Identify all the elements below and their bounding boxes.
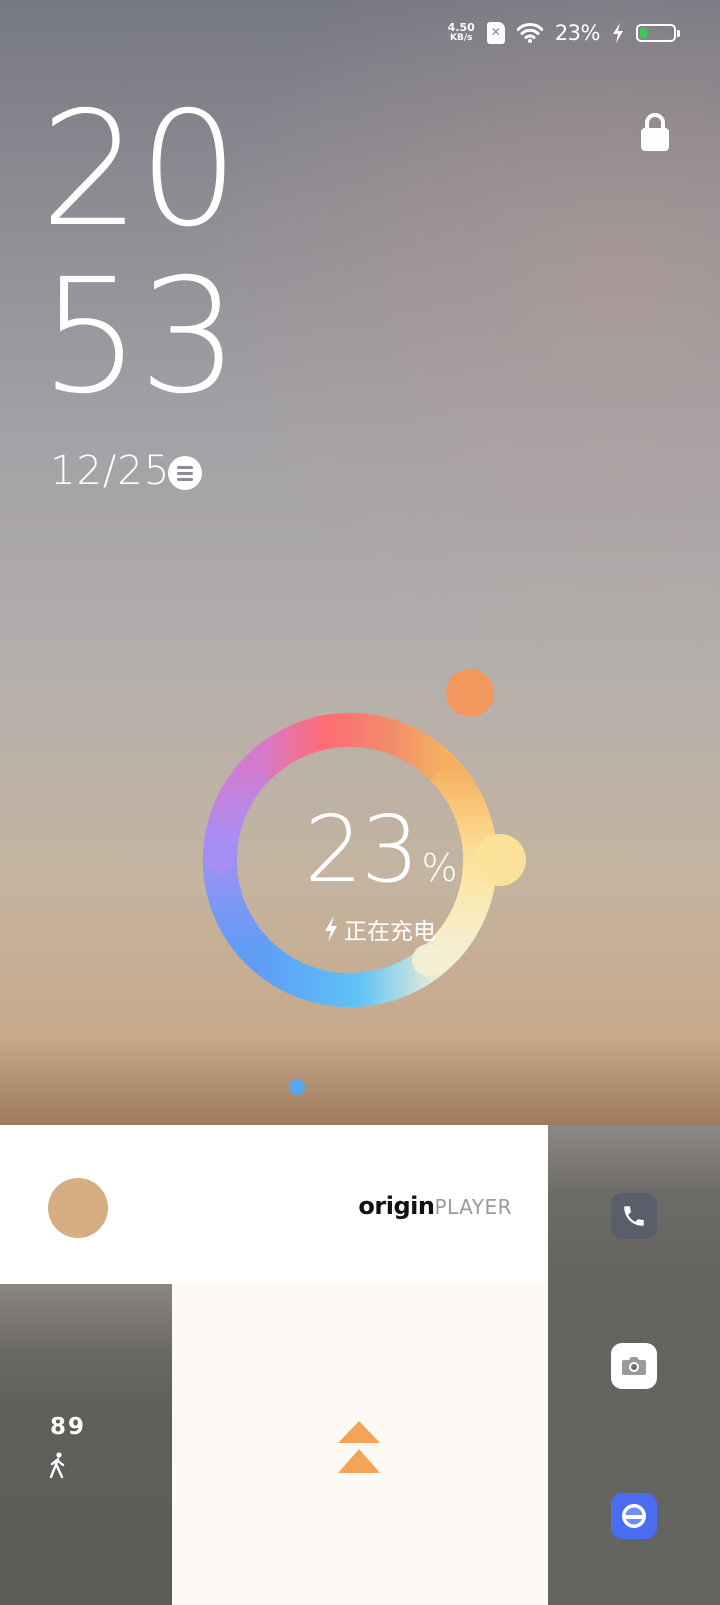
brand-origin: origin bbox=[358, 1192, 435, 1220]
date-label: 12/25 bbox=[50, 448, 171, 494]
walking-icon bbox=[49, 1452, 65, 1478]
charging-orb bbox=[446, 669, 494, 717]
clock-minute: 53 bbox=[40, 245, 239, 429]
steps-widget[interactable]: 89 bbox=[0, 1284, 172, 1605]
battery-value: 23 bbox=[304, 796, 419, 903]
camera-icon bbox=[622, 1357, 646, 1375]
calendar-events-icon[interactable] bbox=[168, 456, 202, 490]
battery-value-row: 23% bbox=[280, 800, 480, 918]
charging-bolt-icon bbox=[325, 916, 337, 942]
phone-icon bbox=[624, 1206, 644, 1226]
shortcut-column bbox=[548, 1125, 720, 1605]
network-speed-value: 4.50 bbox=[447, 21, 475, 34]
swipe-up-area[interactable] bbox=[172, 1284, 548, 1605]
step-count: 89 bbox=[50, 1414, 87, 1440]
wifi-icon bbox=[516, 23, 543, 43]
page-indicator-dot bbox=[289, 1079, 305, 1095]
phone-shortcut-button[interactable] bbox=[611, 1193, 657, 1239]
battery-charging-widget: 23% 正在充电 bbox=[200, 660, 540, 1020]
gallery-shortcut-button[interactable] bbox=[611, 1493, 657, 1539]
camera-shortcut-button[interactable] bbox=[611, 1343, 657, 1389]
status-bar: 4.50 KB/s 23% bbox=[448, 18, 680, 48]
charging-bolt-icon bbox=[613, 23, 623, 43]
lock-icon bbox=[641, 113, 669, 151]
battery-icon bbox=[636, 24, 680, 42]
battery-percent: 23% bbox=[554, 21, 601, 45]
network-speed: 4.50 KB/s bbox=[448, 22, 475, 44]
gallery-icon bbox=[622, 1504, 646, 1528]
battery-unit: % bbox=[421, 846, 457, 890]
brand-player: PLAYER bbox=[434, 1195, 512, 1219]
network-speed-unit: KB/s bbox=[450, 33, 473, 43]
charging-status-text: 正在充电 bbox=[344, 919, 436, 945]
music-widget[interactable]: originPLAYER bbox=[0, 1125, 548, 1284]
album-art[interactable] bbox=[48, 1178, 108, 1238]
swipe-up-arrows-icon bbox=[338, 1421, 380, 1473]
music-brand-logo: originPLAYER bbox=[358, 1192, 512, 1220]
battery-fill bbox=[640, 28, 647, 38]
clock-hour: 20 bbox=[40, 78, 239, 262]
battery-readout: 23% 正在充电 bbox=[280, 800, 480, 946]
no-sim-icon bbox=[486, 22, 505, 44]
